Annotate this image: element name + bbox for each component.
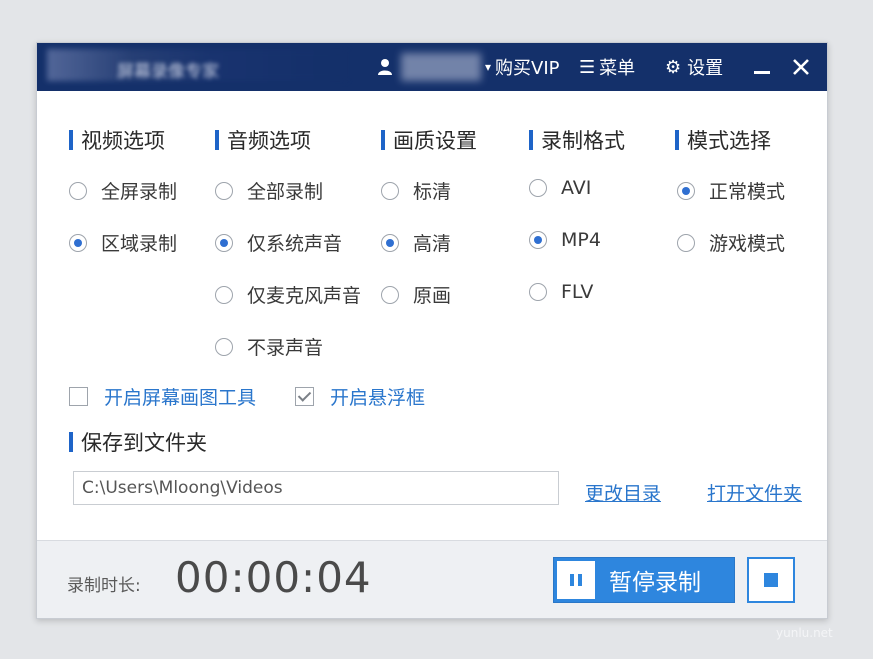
radio-label: AVI xyxy=(561,177,592,199)
audio-options-title: 音频选项 xyxy=(227,129,311,153)
minimize-button[interactable] xyxy=(753,43,771,91)
mode-select-title: 模式选择 xyxy=(687,129,771,153)
duration-label: 录制时长: xyxy=(67,576,141,596)
radio-quality-original[interactable]: 原画 xyxy=(381,281,451,308)
title-bar: 屏幕录像专家 ▾ 购买VIP ☰ 菜单 ⚙ 设置 xyxy=(37,43,827,91)
recorder-window: 屏幕录像专家 ▾ 购买VIP ☰ 菜单 ⚙ 设置 视频选项 音频选项 画质设置 … xyxy=(36,42,828,619)
video-options-header: 视频选项 xyxy=(69,125,165,155)
radio-no-audio[interactable]: 不录声音 xyxy=(215,333,323,360)
radio-label: 游戏模式 xyxy=(709,233,786,255)
change-directory-link[interactable]: 更改目录 xyxy=(585,479,661,506)
radio-label: 高清 xyxy=(413,233,452,255)
menu-label: 菜单 xyxy=(599,58,636,79)
footer-bar: 录制时长: 00:00:04 暂停录制 xyxy=(37,540,827,618)
radio-system-audio-only[interactable]: 仅系统声音 xyxy=(215,229,342,256)
quality-settings-title: 画质设置 xyxy=(393,129,477,153)
radio-button[interactable] xyxy=(215,285,233,304)
radio-button[interactable] xyxy=(529,231,547,249)
buy-vip-label: 购买VIP xyxy=(495,58,560,79)
pause-record-button[interactable]: 暂停录制 xyxy=(553,557,735,603)
radio-format-mp4[interactable]: MP4 xyxy=(529,229,601,251)
checkbox[interactable] xyxy=(69,387,88,406)
radio-region-record[interactable]: 区域录制 xyxy=(69,229,177,256)
radio-button[interactable] xyxy=(381,181,399,200)
radio-button[interactable] xyxy=(215,181,233,200)
radio-button[interactable] xyxy=(381,285,399,304)
pause-icon xyxy=(557,561,595,599)
radio-fullscreen-record[interactable]: 全屏录制 xyxy=(69,177,177,204)
checkbox[interactable] xyxy=(295,387,314,406)
radio-label: 仅麦克风声音 xyxy=(247,285,362,307)
close-button[interactable] xyxy=(791,43,811,91)
save-folder-header: 保存到文件夹 xyxy=(69,427,207,457)
radio-mic-audio-only[interactable]: 仅麦克风声音 xyxy=(215,281,361,308)
checkbox-float-window[interactable]: 开启悬浮框 xyxy=(295,383,425,410)
minimize-icon xyxy=(754,71,770,74)
radio-button[interactable] xyxy=(381,233,399,252)
section-marker xyxy=(381,130,385,150)
radio-button[interactable] xyxy=(529,179,547,197)
record-format-title: 录制格式 xyxy=(541,129,625,153)
pause-record-label: 暂停录制 xyxy=(609,570,701,596)
section-marker xyxy=(69,432,73,452)
save-path-input[interactable] xyxy=(73,471,559,505)
app-title: 屏幕录像专家 xyxy=(117,62,219,82)
audio-options-header: 音频选项 xyxy=(215,125,311,155)
stop-record-button[interactable] xyxy=(747,557,795,603)
radio-quality-hd[interactable]: 高清 xyxy=(381,229,451,256)
radio-label: 仅系统声音 xyxy=(247,233,343,255)
buy-vip-button[interactable]: ▾ 购买VIP xyxy=(485,43,560,91)
radio-mode-normal[interactable]: 正常模式 xyxy=(677,177,785,204)
quality-settings-header: 画质设置 xyxy=(381,125,477,155)
checkbox-label: 开启屏幕画图工具 xyxy=(104,387,257,409)
radio-format-avi[interactable]: AVI xyxy=(529,177,591,199)
radio-label: 正常模式 xyxy=(709,181,786,203)
radio-label: 标清 xyxy=(413,181,452,203)
menu-icon: ☰ xyxy=(579,56,596,78)
radio-quality-standard[interactable]: 标清 xyxy=(381,177,451,204)
radio-button[interactable] xyxy=(69,181,87,200)
checkbox-label: 开启悬浮框 xyxy=(330,387,426,409)
open-folder-link[interactable]: 打开文件夹 xyxy=(707,479,802,506)
radio-button[interactable] xyxy=(215,337,233,356)
checkbox-screen-draw-tool[interactable]: 开启屏幕画图工具 xyxy=(69,383,256,410)
radio-button[interactable] xyxy=(677,233,695,252)
menu-button[interactable]: ☰ 菜单 xyxy=(579,43,635,91)
settings-label: 设置 xyxy=(687,58,724,79)
radio-label: FLV xyxy=(561,281,594,303)
radio-label: 全部录制 xyxy=(247,181,324,203)
radio-format-flv[interactable]: FLV xyxy=(529,281,593,303)
settings-button[interactable]: ⚙ 设置 xyxy=(665,43,723,91)
video-options-title: 视频选项 xyxy=(81,129,165,153)
user-avatar-icon xyxy=(378,59,392,75)
mode-select-header: 模式选择 xyxy=(675,125,771,155)
radio-label: 不录声音 xyxy=(247,337,324,359)
gear-icon: ⚙ xyxy=(665,56,682,78)
radio-label: 全屏录制 xyxy=(101,181,178,203)
section-marker xyxy=(69,130,73,150)
radio-label: 区域录制 xyxy=(101,233,178,255)
radio-label: MP4 xyxy=(561,229,601,251)
duration-value: 00:00:04 xyxy=(175,553,372,602)
radio-mode-game[interactable]: 游戏模式 xyxy=(677,229,785,256)
radio-record-all-audio[interactable]: 全部录制 xyxy=(215,177,323,204)
radio-button[interactable] xyxy=(529,283,547,301)
radio-label: 原画 xyxy=(413,285,452,307)
save-folder-title: 保存到文件夹 xyxy=(81,431,207,455)
radio-button[interactable] xyxy=(69,233,87,252)
section-marker xyxy=(675,130,679,150)
radio-button[interactable] xyxy=(677,181,695,200)
user-icon[interactable] xyxy=(377,43,393,91)
section-marker xyxy=(529,130,533,150)
section-marker xyxy=(215,130,219,150)
watermark: yunlu.net xyxy=(776,626,833,640)
chevron-down-icon: ▾ xyxy=(485,60,492,74)
user-name[interactable] xyxy=(401,53,481,81)
record-format-header: 录制格式 xyxy=(529,125,625,155)
stop-icon xyxy=(764,573,778,587)
radio-button[interactable] xyxy=(215,233,233,252)
close-icon xyxy=(793,59,809,75)
